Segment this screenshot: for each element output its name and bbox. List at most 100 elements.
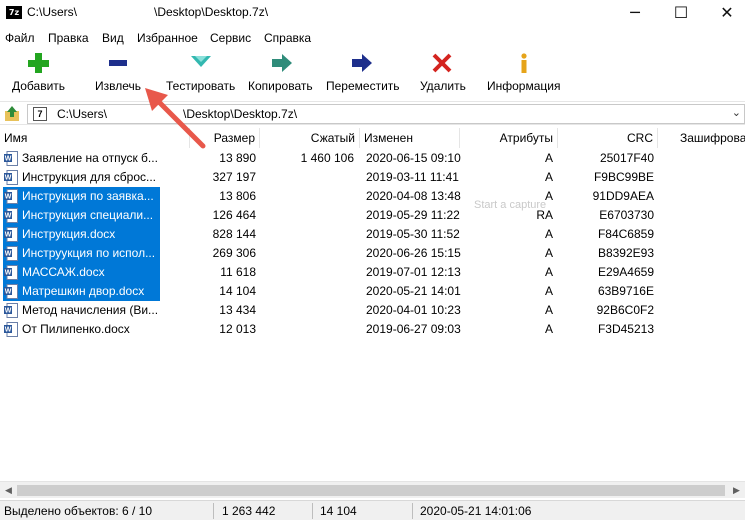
menu-favorites[interactable]: Избранное bbox=[137, 31, 198, 45]
menu-view[interactable]: Вид bbox=[102, 31, 124, 45]
delete-button[interactable]: Удалить bbox=[416, 48, 466, 100]
file-packed-size bbox=[260, 301, 354, 320]
svg-text:W: W bbox=[5, 232, 12, 239]
file-crc: E29A4659 bbox=[597, 265, 654, 279]
file-modified: 2020-04-01 10:23 bbox=[366, 303, 461, 317]
word-document-icon: W bbox=[4, 322, 18, 337]
file-name-cell[interactable]: W Заявление на отпуск б... bbox=[3, 149, 160, 168]
file-attributes: A bbox=[544, 265, 553, 279]
column-name[interactable]: Имя bbox=[0, 128, 190, 148]
file-crc: F9BC99BE bbox=[593, 170, 654, 184]
file-row[interactable]: W Инструкция.docx 828 144 2019-05-30 11:52 A… bbox=[0, 225, 745, 244]
file-name-cell[interactable]: W Метод начисления (Ви... bbox=[3, 301, 160, 320]
extract-button[interactable]: Извлечь bbox=[92, 48, 148, 100]
word-document-icon: W bbox=[4, 151, 18, 166]
menu-tools[interactable]: Сервис bbox=[210, 31, 251, 45]
menu-file[interactable]: Файл bbox=[5, 31, 35, 45]
address-input[interactable]: 7 C:\Users\ \Desktop\Desktop.7z\ ⌄ bbox=[27, 104, 745, 124]
file-packed-size bbox=[260, 263, 354, 282]
file-packed-size bbox=[260, 244, 354, 263]
file-name: Инструкция по заявка... bbox=[22, 189, 154, 203]
file-crc: 25017F40 bbox=[599, 151, 654, 165]
file-name-cell[interactable]: W Инструукция по испол... bbox=[3, 244, 160, 263]
file-row[interactable]: W Заявление на отпуск б... 13 890 1 460 106… bbox=[0, 149, 745, 168]
address-bar: 7 C:\Users\ \Desktop\Desktop.7z\ ⌄ bbox=[0, 101, 745, 125]
move-button[interactable]: Переместить bbox=[324, 48, 400, 100]
file-row[interactable]: W Инструкция по заявка... 13 806 2020-04-08… bbox=[0, 187, 745, 206]
file-name-cell[interactable]: W Инструкция специали... bbox=[3, 206, 160, 225]
file-name: Инструукция по испол... bbox=[22, 246, 156, 260]
copy-button[interactable]: Копировать bbox=[246, 48, 318, 100]
file-modified: 2020-06-15 09:10 bbox=[366, 151, 461, 165]
file-name-cell[interactable]: W Матрешкин двор.docx bbox=[3, 282, 160, 301]
file-crc: B8392E93 bbox=[597, 246, 654, 260]
file-size: 13 806 bbox=[219, 189, 256, 203]
file-attributes: A bbox=[544, 284, 553, 298]
file-packed-size bbox=[260, 187, 354, 206]
scroll-left-icon[interactable]: ◀ bbox=[0, 482, 17, 499]
close-button[interactable]: ✕ bbox=[704, 0, 745, 28]
column-attributes[interactable]: Атрибуты bbox=[460, 128, 558, 148]
watermark-text: Start a capture bbox=[474, 199, 547, 211]
column-packed[interactable]: Сжатый bbox=[260, 128, 360, 148]
info-label: Информация bbox=[487, 79, 561, 93]
add-button[interactable]: Добавить bbox=[8, 48, 68, 100]
horizontal-scrollbar[interactable]: ◀ ▶ bbox=[0, 481, 745, 498]
file-modified: 2019-03-11 11:41 bbox=[366, 170, 459, 184]
arrow-right-copy-icon bbox=[272, 54, 292, 72]
list-header: Имя Размер Сжатый Изменен Атрибуты CRC З… bbox=[0, 128, 745, 148]
file-modified: 2019-07-01 12:13 bbox=[366, 265, 461, 279]
file-modified: 2019-06-27 09:03 bbox=[366, 322, 461, 336]
file-row[interactable]: W Метод начисления (Ви... 13 434 2020-04-01… bbox=[0, 301, 745, 320]
file-name: Инструкция для сброс... bbox=[22, 170, 157, 184]
menu-edit[interactable]: Правка bbox=[48, 31, 89, 45]
file-row[interactable]: W МАССАЖ.docx 11 618 2019-07-01 12:13 A E29A4… bbox=[0, 263, 745, 282]
svg-text:W: W bbox=[5, 270, 12, 277]
file-name: Заявление на отпуск б... bbox=[22, 151, 158, 165]
minimize-button[interactable]: ─ bbox=[612, 0, 658, 28]
column-modified[interactable]: Изменен bbox=[360, 128, 460, 148]
test-label: Тестировать bbox=[166, 79, 236, 93]
file-attributes: A bbox=[544, 322, 553, 336]
file-row[interactable]: W Инструкция для сброс... 327 197 2019-03-1… bbox=[0, 168, 745, 187]
word-document-icon: W bbox=[4, 170, 18, 185]
info-button[interactable]: Информация bbox=[484, 48, 564, 100]
svg-text:W: W bbox=[5, 175, 12, 182]
file-packed-size bbox=[260, 320, 354, 339]
file-size: 12 013 bbox=[219, 322, 256, 336]
status-item-size: 14 104 bbox=[320, 504, 357, 518]
file-row[interactable]: W Матрешкин двор.docx 14 104 2020-05-21 14:… bbox=[0, 282, 745, 301]
word-document-icon: W bbox=[4, 227, 18, 242]
file-name-cell[interactable]: W Инструкция для сброс... bbox=[3, 168, 160, 187]
arrow-right-move-icon bbox=[352, 54, 372, 72]
status-total-size: 1 263 442 bbox=[222, 504, 276, 518]
menu-help[interactable]: Справка bbox=[264, 31, 311, 45]
file-row[interactable]: W Инструукция по испол... 269 306 2020-06-2… bbox=[0, 244, 745, 263]
file-name-cell[interactable]: W Инструкция.docx bbox=[3, 225, 160, 244]
file-packed-size bbox=[260, 282, 354, 301]
file-row[interactable]: W Инструкция специали... 126 464 2019-05-29… bbox=[0, 206, 745, 225]
folder-up-icon[interactable] bbox=[4, 106, 20, 122]
file-size: 13 890 bbox=[219, 151, 256, 165]
file-name-cell[interactable]: W От Пилипенко.docx bbox=[3, 320, 160, 339]
move-label: Переместить bbox=[326, 79, 400, 93]
svg-text:W: W bbox=[5, 308, 12, 315]
delete-label: Удалить bbox=[420, 79, 466, 93]
title-bar: 7z C:\Users\ \Desktop\Desktop.7z\ ─ ☐ ✕ bbox=[0, 0, 745, 28]
file-name-cell[interactable]: W Инструкция по заявка... bbox=[3, 187, 160, 206]
column-encrypted[interactable]: Зашифрова bbox=[676, 128, 745, 148]
file-crc: F3D45213 bbox=[597, 322, 654, 336]
scroll-right-icon[interactable]: ▶ bbox=[728, 482, 745, 499]
column-size[interactable]: Размер bbox=[190, 128, 260, 148]
file-size: 14 104 bbox=[219, 284, 256, 298]
scrollbar-thumb[interactable] bbox=[17, 485, 725, 496]
file-name-cell[interactable]: W МАССАЖ.docx bbox=[3, 263, 160, 282]
test-button[interactable]: Тестировать bbox=[163, 48, 239, 100]
file-row[interactable]: W От Пилипенко.docx 12 013 2019-06-27 09:03… bbox=[0, 320, 745, 339]
window-title-part1: C:\Users\ bbox=[27, 5, 78, 19]
column-crc[interactable]: CRC bbox=[558, 128, 658, 148]
status-selected-count: Выделено объектов: 6 / 10 bbox=[4, 504, 153, 518]
maximize-button[interactable]: ☐ bbox=[658, 0, 704, 28]
chevron-down-icon[interactable]: ⌄ bbox=[732, 106, 741, 119]
file-crc: E6703730 bbox=[599, 208, 654, 222]
